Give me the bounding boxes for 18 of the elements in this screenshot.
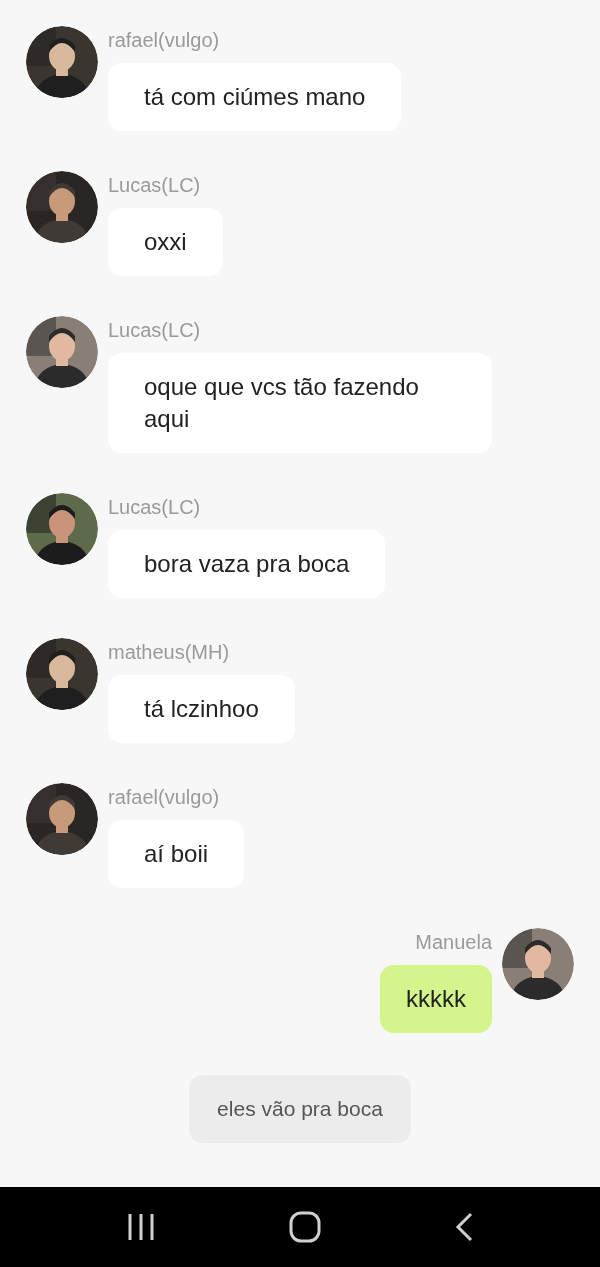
system-message: eles vão pra boca bbox=[189, 1075, 411, 1143]
message-bubble: aí boii bbox=[108, 820, 245, 888]
back-icon[interactable] bbox=[455, 1212, 473, 1242]
sender-name: rafael(vulgo) bbox=[108, 785, 220, 809]
message-bubble: oxxi bbox=[108, 208, 223, 276]
sender-name: rafael(vulgo) bbox=[108, 28, 220, 52]
sender-name: Lucas(LC) bbox=[108, 173, 201, 197]
message-bubble: tá lczinhoo bbox=[108, 675, 295, 743]
message-bubble: oque que vcs tão fazendo aqui bbox=[108, 353, 492, 453]
recent-apps-icon[interactable] bbox=[127, 1214, 155, 1240]
sender-name: Lucas(LC) bbox=[108, 318, 201, 342]
sender-name: Lucas(LC) bbox=[108, 495, 201, 519]
sender-name: matheus(MH) bbox=[108, 640, 230, 664]
sender-name: Manuela bbox=[415, 930, 492, 954]
message-bubble: kkkkk bbox=[380, 965, 492, 1033]
message-bubble: bora vaza pra boca bbox=[108, 530, 386, 598]
message-bubble: tá com ciúmes mano bbox=[108, 63, 402, 131]
home-icon[interactable] bbox=[289, 1211, 321, 1243]
